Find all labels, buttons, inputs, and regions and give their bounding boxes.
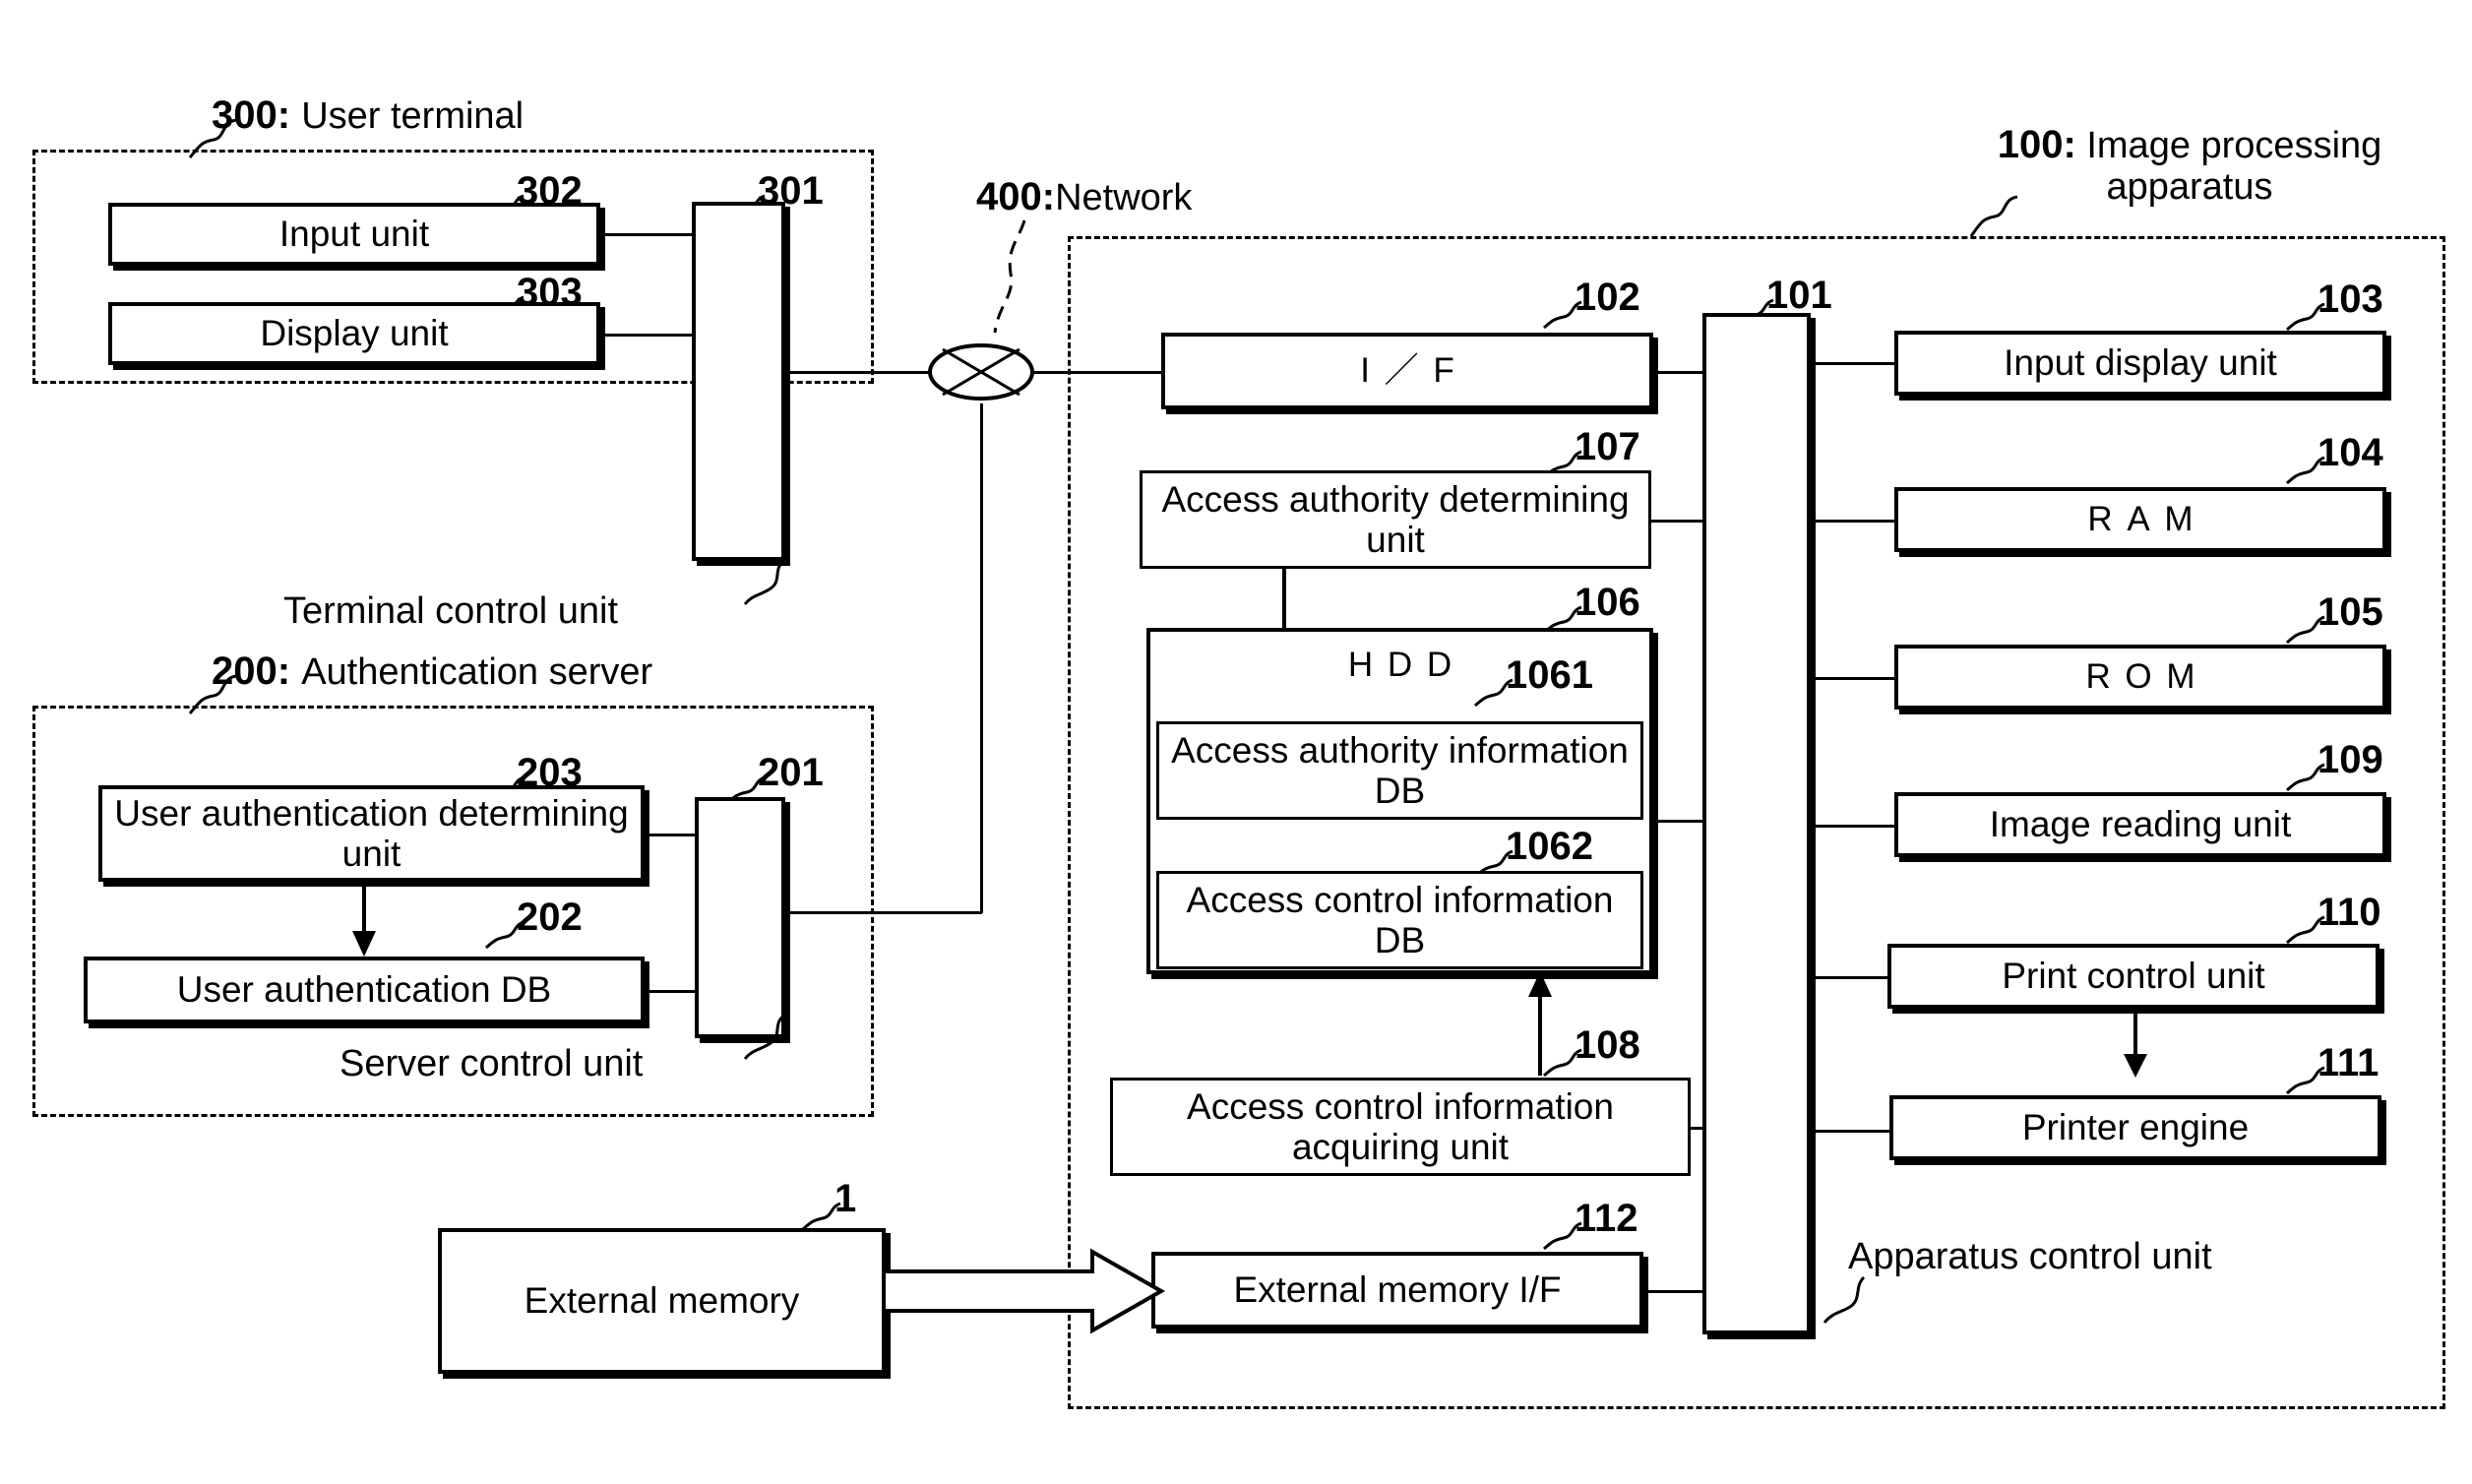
block-image-reading-unit[interactable]: Image reading unit [1894, 792, 2386, 857]
connector-apparatus-control-to-printer-engine [1811, 1130, 1894, 1133]
arrow-determining-to-db-icon [352, 882, 376, 957]
connector-hdd-to-apparatus-control [1653, 820, 1704, 823]
block-display-unit[interactable]: Display unit [108, 302, 600, 365]
connector-apparatus-control-to-print-control [1811, 976, 1894, 979]
connector-external-memory-if-to-apparatus-control [1643, 1290, 1704, 1293]
block-interface[interactable]: I／F [1161, 333, 1653, 409]
block-user-authentication-determining-unit[interactable]: User authentication determining unit [98, 785, 645, 882]
block-apparatus-control-unit[interactable] [1702, 313, 1811, 1334]
connector-db-to-server-control [645, 990, 699, 993]
connector-apparatus-control-to-ram [1811, 520, 1894, 523]
block-rom-label: ROM [2085, 657, 2210, 697]
block-printer-engine-label: Printer engine [2021, 1107, 2250, 1148]
block-interface-label: I／F [1360, 351, 1469, 391]
connector-apparatus-control-to-rom [1811, 677, 1894, 680]
block-ram[interactable]: RAM [1894, 487, 2386, 552]
block-rom[interactable]: ROM [1894, 645, 2386, 710]
external-memory-if-leader-icon [1543, 1221, 1582, 1251]
connector-input-to-terminal-control [600, 233, 694, 236]
block-hdd-label: HDD [1347, 646, 1466, 684]
image-processing-apparatus-ref-number: 100: [1997, 123, 2076, 166]
block-ram-label: RAM [2087, 500, 2208, 539]
access-control-info-acquiring-leader-icon [1543, 1048, 1582, 1078]
network-leader-icon [993, 219, 1026, 334]
connector-terminal-to-network [785, 371, 929, 374]
block-access-authority-information-db-label: Access authority information DB [1171, 729, 1629, 811]
image-processing-apparatus-label-line2: apparatus [2106, 165, 2273, 208]
block-access-control-information-db-label: Access control information DB [1186, 879, 1614, 960]
auth-server-ref-label: 200: Authentication server [212, 649, 652, 694]
block-user-authentication-db-label: User authentication DB [176, 969, 552, 1011]
user-terminal-ref-label: 300: User terminal [212, 93, 524, 138]
block-input-unit-label: Input unit [278, 214, 430, 255]
image-processing-apparatus-label-line1: Image processing [2086, 125, 2382, 166]
block-image-reading-unit-label: Image reading unit [1989, 804, 2292, 845]
block-display-unit-label: Display unit [260, 313, 449, 354]
block-printer-engine[interactable]: Printer engine [1889, 1095, 2381, 1160]
image-reading-unit-leader-icon [2286, 763, 2325, 792]
interface-leader-icon [1543, 300, 1582, 330]
block-input-display-unit[interactable]: Input display unit [1894, 331, 2386, 396]
block-server-control-unit[interactable] [695, 797, 785, 1038]
server-control-unit-caption: Server control unit [340, 1043, 644, 1084]
block-access-authority-determining-unit[interactable]: Access authority determining unit [1140, 470, 1651, 569]
apparatus-control-unit-caption-leader-icon [1823, 1275, 1866, 1324]
block-access-control-information-acquiring-unit-label: Access control information acquiring uni… [1187, 1085, 1614, 1167]
print-control-unit-leader-icon [2286, 915, 2325, 945]
block-external-memory-if[interactable]: External memory I/F [1151, 1252, 1643, 1329]
rom-leader-icon [2286, 615, 2325, 645]
network-label-text: Network [1055, 177, 1193, 218]
terminal-control-unit-caption: Terminal control unit [283, 590, 619, 632]
access-control-info-db-ref: 1062 [1506, 825, 1593, 868]
access-authority-info-db-ref: 1061 [1506, 653, 1593, 697]
terminal-control-unit-caption-leader-icon [743, 559, 785, 605]
connector-authority-determining-to-apparatus-control [1651, 520, 1704, 523]
connector-apparatus-control-to-image-reading [1811, 825, 1894, 828]
block-terminal-control-unit[interactable] [692, 202, 785, 561]
block-external-memory[interactable]: External memory [438, 1228, 886, 1374]
block-user-authentication-db[interactable]: User authentication DB [84, 957, 645, 1023]
apparatus-control-unit-caption: Apparatus control unit [1848, 1236, 2212, 1277]
user-auth-db-leader-icon [485, 920, 525, 950]
block-external-memory-label: External memory [524, 1280, 800, 1322]
auth-server-label-text: Authentication server [301, 651, 653, 693]
server-control-unit-caption-leader-icon [743, 1014, 785, 1060]
block-input-display-unit-label: Input display unit [2004, 342, 2277, 384]
block-access-control-information-acquiring-unit[interactable]: Access control information acquiring uni… [1110, 1078, 1691, 1176]
network-node-icon [928, 343, 1034, 401]
user-terminal-label-text: User terminal [301, 95, 525, 137]
arrow-print-control-to-printer-engine-icon [2124, 1009, 2147, 1078]
arrow-external-memory-to-if-icon [882, 1248, 1166, 1334]
connector-network-to-server-control [785, 911, 982, 914]
input-display-unit-leader-icon [2286, 302, 2325, 332]
block-access-authority-determining-unit-label: Access authority determining unit [1161, 478, 1630, 560]
network-ref-number: 400: [976, 175, 1056, 218]
connector-display-to-terminal-control [600, 334, 694, 337]
figure-canvas: 300: User terminal 302 Input unit 303 Di… [0, 0, 2472, 1484]
access-authority-info-db-leader-icon [1474, 678, 1514, 708]
block-print-control-unit-label: Print control unit [2002, 956, 2265, 997]
block-print-control-unit[interactable]: Print control unit [1887, 944, 2379, 1009]
connector-network-down [980, 403, 983, 913]
block-access-control-information-db[interactable]: Access control information DB [1156, 871, 1643, 969]
connector-acquiring-to-apparatus-control [1691, 1127, 1704, 1130]
network-ref-label: 400:Network [976, 175, 1192, 219]
connector-determining-to-server-control [645, 834, 699, 836]
block-access-authority-information-db[interactable]: Access authority information DB [1156, 721, 1643, 820]
block-external-memory-if-label: External memory I/F [1233, 1269, 1562, 1311]
connector-apparatus-control-to-input-display [1811, 362, 1894, 365]
ram-leader-icon [2286, 456, 2325, 485]
connector-interface-to-apparatus-control [1653, 371, 1704, 374]
block-user-authentication-determining-unit-label: User authentication determining unit [114, 792, 629, 874]
printer-engine-leader-icon [2286, 1066, 2325, 1095]
image-processing-apparatus-leader-icon [1969, 195, 2018, 237]
block-input-unit[interactable]: Input unit [108, 203, 600, 266]
